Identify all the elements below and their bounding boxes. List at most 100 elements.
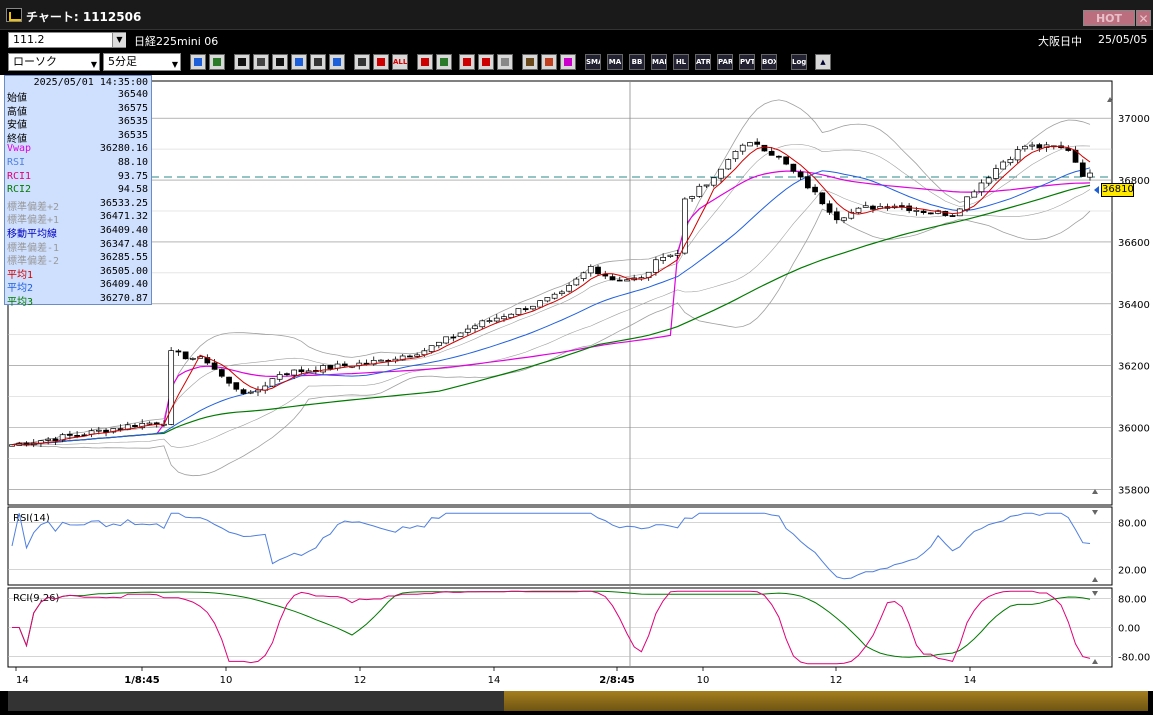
- chevron-down-icon[interactable]: ▼: [112, 33, 126, 47]
- color-icon-glyph: [564, 58, 572, 66]
- price-axis-label: 36200: [1118, 362, 1150, 373]
- indicator-hl-button[interactable]: HL: [673, 54, 689, 70]
- chart-type-select[interactable]: ローソク ▼: [8, 53, 100, 71]
- symbol-code-input[interactable]: 111.2: [8, 32, 126, 48]
- candle-body: [573, 278, 580, 286]
- candle-body: [833, 211, 840, 221]
- pen-icon[interactable]: [234, 54, 250, 70]
- data-row: 標準偏差+2 36533.25: [5, 197, 151, 213]
- warn-icon[interactable]: [497, 54, 513, 70]
- candle-body: [841, 217, 847, 221]
- time-axis-label: 12: [830, 675, 843, 686]
- fib-icon[interactable]: [417, 54, 433, 70]
- scroll-thumb[interactable]: [504, 691, 1148, 711]
- arrow-icon[interactable]: [478, 54, 494, 70]
- candle-body: [1036, 144, 1043, 149]
- candle-body: [551, 293, 558, 299]
- candle-body: [486, 320, 493, 322]
- grid-icon[interactable]: [209, 54, 225, 70]
- data-row: 高値 36575: [5, 103, 151, 118]
- data-row-value: 36533.25: [99, 197, 148, 209]
- indicator-box-button[interactable]: BOX: [761, 54, 777, 70]
- candle-body: [580, 272, 587, 279]
- candle-body: [298, 369, 305, 373]
- price-chart-svg[interactable]: 3700036800366003640036200360003580080.00…: [0, 75, 1153, 691]
- data-datetime: 2025/05/01 14:35:00: [33, 77, 148, 88]
- candle-body: [812, 186, 818, 193]
- candle-body: [247, 391, 254, 394]
- chevron-down-icon: ▼: [171, 60, 178, 69]
- candle-body: [436, 341, 442, 347]
- candle-body: [95, 429, 102, 432]
- line-icon[interactable]: [253, 54, 269, 70]
- rsi-pane: [7, 506, 1113, 586]
- note-icon-glyph: [314, 58, 322, 66]
- data-row: 標準偏差-2 36285.55: [5, 252, 151, 267]
- zoom-icon[interactable]: [190, 54, 206, 70]
- indicator-mae-button[interactable]: MAE: [651, 54, 667, 70]
- data-row-value: 36505.00: [99, 265, 148, 277]
- candle-body: [964, 196, 970, 210]
- time-axis-label: 10: [220, 675, 233, 686]
- candle-body: [190, 357, 196, 360]
- interval-value: 5分足: [108, 55, 137, 68]
- cycle-icon[interactable]: [436, 54, 452, 70]
- candle-body: [378, 359, 384, 362]
- clear-icon[interactable]: [329, 54, 345, 70]
- candle-body: [703, 184, 710, 187]
- cycle-icon-glyph: [440, 58, 448, 66]
- close-button[interactable]: ✕: [1136, 10, 1151, 26]
- line-icon-glyph: [257, 58, 265, 66]
- pen-icon-glyph: [238, 58, 246, 66]
- candle-body: [920, 210, 927, 214]
- data-row: 終値 36535: [5, 130, 151, 145]
- settings-icon[interactable]: [522, 54, 538, 70]
- scroll-track[interactable]: [8, 691, 1148, 711]
- data-row-value: 36409.40: [99, 279, 148, 291]
- tool-icon[interactable]: [541, 54, 557, 70]
- indicator-pvt-button[interactable]: PVT: [739, 54, 755, 70]
- indicator-sma-button[interactable]: SMA: [585, 54, 601, 70]
- indicator-atr-button[interactable]: ATR: [695, 54, 711, 70]
- rci-axis-label: -80.00: [1118, 653, 1150, 664]
- candle-body: [211, 362, 218, 370]
- indicator-log-button[interactable]: Log: [791, 54, 807, 70]
- indicator-par-button[interactable]: PAR: [717, 54, 733, 70]
- candle-body: [913, 209, 920, 212]
- all-icon[interactable]: ALL: [392, 54, 408, 70]
- candle-body: [175, 350, 182, 353]
- candle-icon-glyph: [358, 58, 366, 66]
- candle-body: [421, 350, 428, 356]
- pin-icon[interactable]: ▲: [815, 54, 831, 70]
- chart-panel[interactable]: 37000 36800 36600 36400 36200 36000 35800 80.00…: [0, 75, 1153, 715]
- interval-select[interactable]: 5分足 ▼: [103, 53, 181, 71]
- horizontal-scrollbar[interactable]: [0, 691, 1153, 715]
- symbol-row: 111.2 ▼ 日経225mini 06 大阪日中 25/05/05: [0, 30, 1153, 50]
- candle-body: [74, 434, 80, 437]
- candle-body: [414, 354, 421, 357]
- candle-body: [226, 376, 232, 384]
- candle-body: [761, 144, 768, 152]
- candle-body: [696, 185, 703, 197]
- candle-body: [587, 266, 594, 274]
- candle-body: [862, 205, 869, 208]
- ticker-icon[interactable]: [373, 54, 389, 70]
- volume-icon[interactable]: [459, 54, 475, 70]
- indicator-ma-button[interactable]: MA: [607, 54, 623, 70]
- candle-icon[interactable]: [354, 54, 370, 70]
- hot-button[interactable]: HOT: [1083, 10, 1135, 26]
- indicator-bb-button[interactable]: BB: [629, 54, 645, 70]
- color-icon[interactable]: [560, 54, 576, 70]
- undo-icon-glyph: [295, 58, 303, 66]
- candle-body: [776, 155, 782, 158]
- time-axis-label: 14: [964, 675, 977, 686]
- cursor-icon[interactable]: [272, 54, 288, 70]
- candle-body: [1014, 149, 1021, 161]
- undo-icon[interactable]: [291, 54, 307, 70]
- chart-app-icon: [6, 8, 22, 22]
- candle-body: [1079, 162, 1086, 177]
- note-icon[interactable]: [310, 54, 326, 70]
- candle-body: [739, 144, 746, 152]
- data-row-value: 36270.87: [99, 293, 148, 304]
- candle-body: [327, 365, 334, 370]
